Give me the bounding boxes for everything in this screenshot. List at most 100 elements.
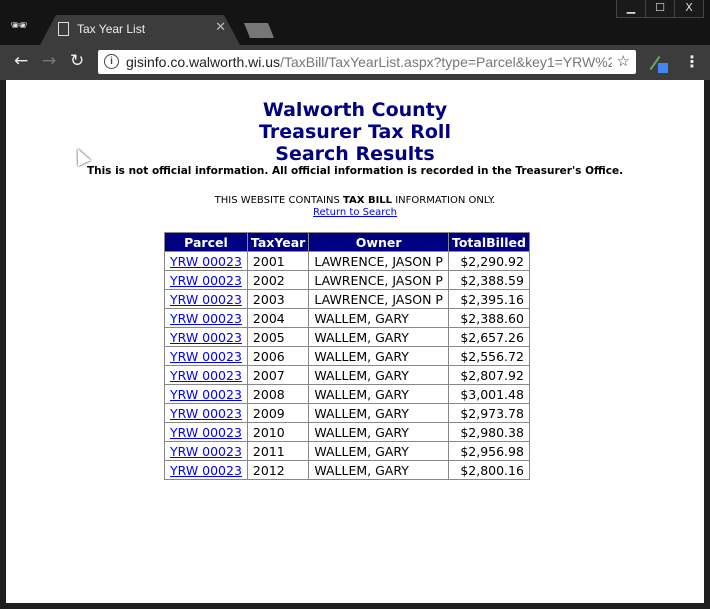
parcel-link[interactable]: YRW 00023 [170,349,242,364]
parcel-link[interactable]: YRW 00023 [170,444,242,459]
cell-totalbilled: $2,980.38 [447,422,530,442]
table-row: YRW 00023 2010 WALLEM, GARY $2,980.38 [164,422,530,442]
cell-owner: WALLEM, GARY [308,365,449,385]
browser-window: ▁ ☐ X 🕶 Tax Year List ✕ ← → ↻ i gisinfo.… [0,0,710,609]
cell-taxyear: 2004 [246,308,310,328]
parcel-link[interactable]: YRW 00023 [170,254,242,269]
extension-icon[interactable] [649,55,668,73]
cell-taxyear: 2008 [246,384,310,404]
cell-taxyear: 2012 [246,460,310,480]
table-row: YRW 00023 2003 LAWRENCE, JASON P $2,395.16 [164,289,530,309]
cell-totalbilled: $2,807.92 [447,365,530,385]
maximize-button[interactable]: ☐ [645,0,674,17]
page-icon [58,22,69,36]
close-window-button[interactable]: X [674,0,703,17]
info-bold: TAX BILL [342,195,393,206]
cell-owner: WALLEM, GARY [308,460,449,480]
cell-taxyear: 2010 [246,422,310,442]
tab-title: Tax Year List [77,22,146,36]
table-row: YRW 00023 2009 WALLEM, GARY $2,973.78 [164,403,530,423]
page-title: Walworth County Treasurer Tax Roll Searc… [6,99,704,165]
cell-parcel: YRW 00023 [164,327,248,347]
cell-taxyear: 2003 [246,289,310,309]
cell-parcel: YRW 00023 [164,308,248,328]
cell-parcel: YRW 00023 [164,365,248,385]
url-host: gisinfo.co.walworth.wi.us [126,54,281,70]
cell-owner: WALLEM, GARY [308,441,449,461]
table-row: YRW 00023 2004 WALLEM, GARY $2,388.60 [164,308,530,328]
title-line: Treasurer Tax Roll [259,121,451,143]
incognito-icon: 🕶 [10,18,28,34]
parcel-link[interactable]: YRW 00023 [170,330,242,345]
parcel-link[interactable]: YRW 00023 [170,311,242,326]
info-icon[interactable]: i [104,54,119,69]
cell-totalbilled: $2,956.98 [447,441,530,461]
cell-taxyear: 2011 [246,441,310,461]
parcel-link[interactable]: YRW 00023 [170,463,242,478]
column-header-owner: Owner [308,232,449,252]
cell-parcel: YRW 00023 [164,460,248,480]
parcel-link[interactable]: YRW 00023 [170,425,242,440]
tab-bar: ▁ ☐ X 🕶 Tax Year List ✕ [0,0,710,45]
table-row: YRW 00023 2006 WALLEM, GARY $2,556.72 [164,346,530,366]
reload-icon[interactable]: ↻ [70,51,84,71]
cell-owner: WALLEM, GARY [308,422,449,442]
parcel-link[interactable]: YRW 00023 [170,292,242,307]
cell-totalbilled: $2,556.72 [447,346,530,366]
column-header-parcel: Parcel [164,232,248,252]
cell-parcel: YRW 00023 [164,289,248,309]
close-tab-icon[interactable]: ✕ [215,20,226,35]
cell-parcel: YRW 00023 [164,270,248,290]
bookmark-star-icon[interactable]: ☆ [617,50,630,74]
title-line: Walworth County [262,99,448,121]
address-bar[interactable]: i gisinfo.co.walworth.wi.us/TaxBill/TaxY… [98,50,636,74]
cell-totalbilled: $3,001.48 [447,384,530,404]
cell-taxyear: 2001 [246,251,310,271]
cell-totalbilled: $2,973.78 [447,403,530,423]
cell-owner: WALLEM, GARY [308,346,449,366]
cell-totalbilled: $2,388.60 [447,308,530,328]
cell-taxyear: 2005 [246,327,310,347]
return-to-search-link[interactable]: Return to Search [313,207,397,218]
cell-owner: LAWRENCE, JASON P [308,289,449,309]
info-notice: THIS WEBSITE CONTAINS TAX BILL INFORMATI… [6,195,704,206]
menu-icon[interactable]: ⋮ [684,52,700,71]
window-controls: ▁ ☐ X [616,0,704,18]
tab-tax-year-list[interactable]: Tax Year List ✕ [40,15,240,45]
table-row: YRW 00023 2001 LAWRENCE, JASON P $2,290.92 [164,251,530,271]
cell-owner: WALLEM, GARY [308,384,449,404]
page-content: Walworth County Treasurer Tax Roll Searc… [6,80,704,603]
parcel-link[interactable]: YRW 00023 [170,368,242,383]
cell-totalbilled: $2,800.16 [447,460,530,480]
minimize-button[interactable]: ▁ [617,0,645,17]
table-row: YRW 00023 2002 LAWRENCE, JASON P $2,388.59 [164,270,530,290]
disclaimer: This is not official information. All of… [86,165,624,177]
cell-totalbilled: $2,290.92 [447,251,530,271]
info-prefix: THIS WEBSITE CONTAINS [214,195,343,206]
title-line: Search Results [275,143,435,165]
forward-icon[interactable]: → [42,51,56,71]
cell-owner: WALLEM, GARY [308,403,449,423]
cell-parcel: YRW 00023 [164,441,248,461]
new-tab-button[interactable] [244,23,274,38]
cell-parcel: YRW 00023 [164,403,248,423]
column-header-taxyear: TaxYear [246,232,310,252]
cell-owner: LAWRENCE, JASON P [308,270,449,290]
cell-totalbilled: $2,388.59 [447,270,530,290]
cell-taxyear: 2002 [246,270,310,290]
parcel-link[interactable]: YRW 00023 [170,273,242,288]
url-path: /TaxBill/TaxYearList.aspx?type=Parcel&ke… [280,54,612,70]
cell-parcel: YRW 00023 [164,251,248,271]
cell-taxyear: 2007 [246,365,310,385]
cell-owner: LAWRENCE, JASON P [308,251,449,271]
back-icon[interactable]: ← [14,51,28,71]
cell-parcel: YRW 00023 [164,422,248,442]
info-suffix: INFORMATION ONLY. [392,195,496,206]
table-row: YRW 00023 2011 WALLEM, GARY $2,956.98 [164,441,530,461]
table-row: YRW 00023 2012 WALLEM, GARY $2,800.16 [164,460,530,480]
cell-parcel: YRW 00023 [164,346,248,366]
column-header-totalbilled: TotalBilled [447,232,530,252]
parcel-link[interactable]: YRW 00023 [170,387,242,402]
cell-owner: WALLEM, GARY [308,327,449,347]
parcel-link[interactable]: YRW 00023 [170,406,242,421]
